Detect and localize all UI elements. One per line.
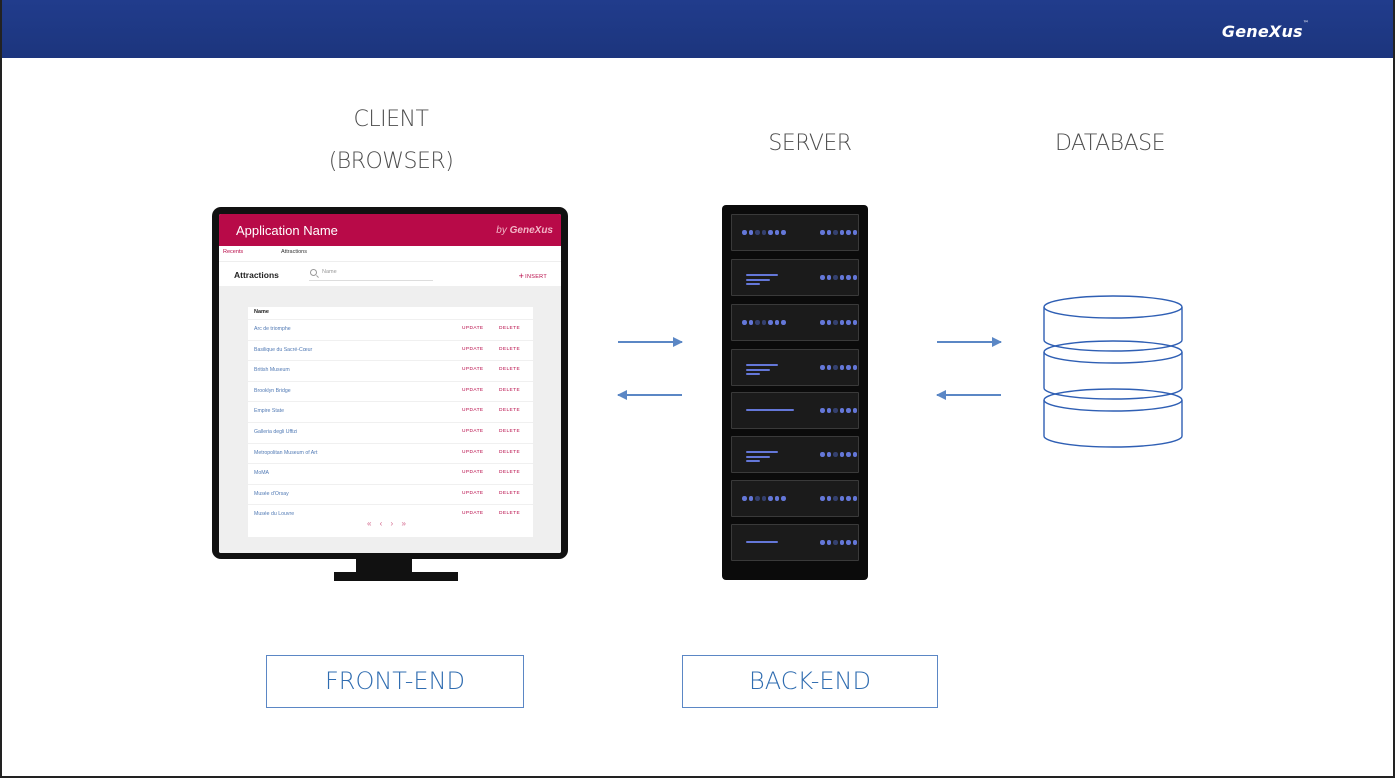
row-name-link[interactable]: Metropolitan Museum of Art [254, 450, 317, 456]
drive-slots [746, 274, 778, 288]
row-name-link[interactable]: Empire State [254, 408, 284, 414]
arrow-right-icon [937, 337, 1002, 347]
drive-slots [746, 451, 778, 465]
tab-attractions[interactable]: Attractions [281, 249, 307, 255]
row-name-link[interactable]: Brooklyn Bridge [254, 388, 291, 394]
update-button[interactable]: UPDATE [462, 388, 484, 393]
front-end-label: FRONT-END [266, 655, 524, 708]
table-row: British Museum UPDATE DELETE [248, 360, 533, 381]
row-name-link[interactable]: Musée du Louvre [254, 511, 294, 517]
update-button[interactable]: UPDATE [462, 367, 484, 372]
led-indicators [742, 230, 786, 235]
server-unit [731, 349, 859, 386]
led-indicators [820, 540, 857, 545]
table-row: Galleria degli Uffizi UPDATE DELETE [248, 422, 533, 443]
delete-button[interactable]: DELETE [499, 511, 520, 516]
update-button[interactable]: UPDATE [462, 491, 484, 496]
update-button[interactable]: UPDATE [462, 450, 484, 455]
server-unit [731, 524, 859, 561]
insert-button[interactable]: +INSERT [518, 270, 547, 281]
delete-button[interactable]: DELETE [499, 367, 520, 372]
update-button[interactable]: UPDATE [462, 347, 484, 352]
row-name-link[interactable]: British Museum [254, 367, 290, 373]
row-name-link[interactable]: MoMA [254, 470, 269, 476]
drive-slot [746, 541, 778, 546]
search-placeholder: Name [322, 269, 337, 275]
client-heading: CLIENT (BROWSER) [328, 107, 454, 174]
row-name-link[interactable]: Musée d'Orsay [254, 491, 289, 497]
table-row: Metropolitan Museum of Art UPDATE DELETE [248, 442, 533, 464]
led-indicators [820, 452, 857, 457]
tab-recents[interactable]: Recents [223, 249, 243, 255]
server-heading: SERVER [768, 131, 852, 156]
server-unit [731, 436, 859, 473]
drive-slots [746, 364, 778, 378]
search-input[interactable]: Name [309, 269, 433, 281]
database-heading: DATABASE [1055, 131, 1166, 156]
led-indicators [820, 320, 857, 325]
delete-button[interactable]: DELETE [499, 408, 520, 413]
table-row: Arc de triomphe UPDATE DELETE [248, 319, 533, 340]
server-unit [731, 214, 859, 251]
table-row: Brooklyn Bridge UPDATE DELETE [248, 380, 533, 402]
delete-button[interactable]: DELETE [499, 470, 520, 475]
monitor-stand-base [334, 572, 458, 581]
delete-button[interactable]: DELETE [499, 429, 520, 434]
update-button[interactable]: UPDATE [462, 429, 484, 434]
delete-button[interactable]: DELETE [499, 326, 520, 331]
led-indicators [820, 496, 857, 501]
app-tabs: Recents Attractions [219, 246, 561, 262]
row-name-link[interactable]: Basilique du Sacré-Cœur [254, 347, 312, 353]
table-row: Empire State UPDATE DELETE [248, 401, 533, 422]
arrow-left-icon [936, 390, 1001, 400]
plus-icon: + [518, 271, 525, 281]
row-name-link[interactable]: Arc de triomphe [254, 326, 291, 332]
update-button[interactable]: UPDATE [462, 326, 484, 331]
pagination[interactable]: « ‹ › » [367, 519, 409, 528]
page-title: Attractions [234, 270, 279, 280]
browser-screen: Application Name by GeneXus Recents Attr… [219, 214, 561, 553]
update-button[interactable]: UPDATE [462, 511, 484, 516]
table-row: MoMA UPDATE DELETE [248, 463, 533, 484]
app-header: Application Name by GeneXus [219, 214, 561, 246]
server-unit [731, 392, 859, 429]
search-icon [310, 269, 317, 276]
led-indicators [820, 408, 857, 413]
back-end-label: BACK-END [682, 655, 938, 708]
delete-button[interactable]: DELETE [499, 347, 520, 352]
database-icon [1043, 295, 1183, 448]
update-button[interactable]: UPDATE [462, 470, 484, 475]
led-indicators [742, 320, 786, 325]
server-unit [731, 480, 859, 517]
row-name-link[interactable]: Galleria degli Uffizi [254, 429, 297, 435]
server-unit [731, 304, 859, 341]
app-title: Application Name [236, 223, 338, 238]
drive-slot [746, 409, 794, 414]
attractions-grid: Name Arc de triomphe UPDATE DELETE Basiliqu… [248, 307, 533, 537]
grid-header-name: Name [254, 309, 269, 315]
led-indicators [742, 496, 786, 501]
table-row: Musée d'Orsay UPDATE DELETE [248, 483, 533, 505]
led-indicators [820, 230, 857, 235]
delete-button[interactable]: DELETE [499, 450, 520, 455]
server-unit [731, 259, 859, 296]
table-row: Basilique du Sacré-Cœur UPDATE DELETE [248, 339, 533, 361]
app-toolbar: Attractions Name +INSERT [219, 262, 561, 286]
led-indicators [820, 365, 857, 370]
delete-button[interactable]: DELETE [499, 388, 520, 393]
app-by-genexus: by GeneXus [496, 225, 553, 236]
led-indicators [820, 275, 857, 280]
monitor-stand-neck [356, 559, 412, 573]
arrow-right-icon [618, 337, 683, 347]
arrow-left-icon [617, 390, 682, 400]
update-button[interactable]: UPDATE [462, 408, 484, 413]
delete-button[interactable]: DELETE [499, 491, 520, 496]
